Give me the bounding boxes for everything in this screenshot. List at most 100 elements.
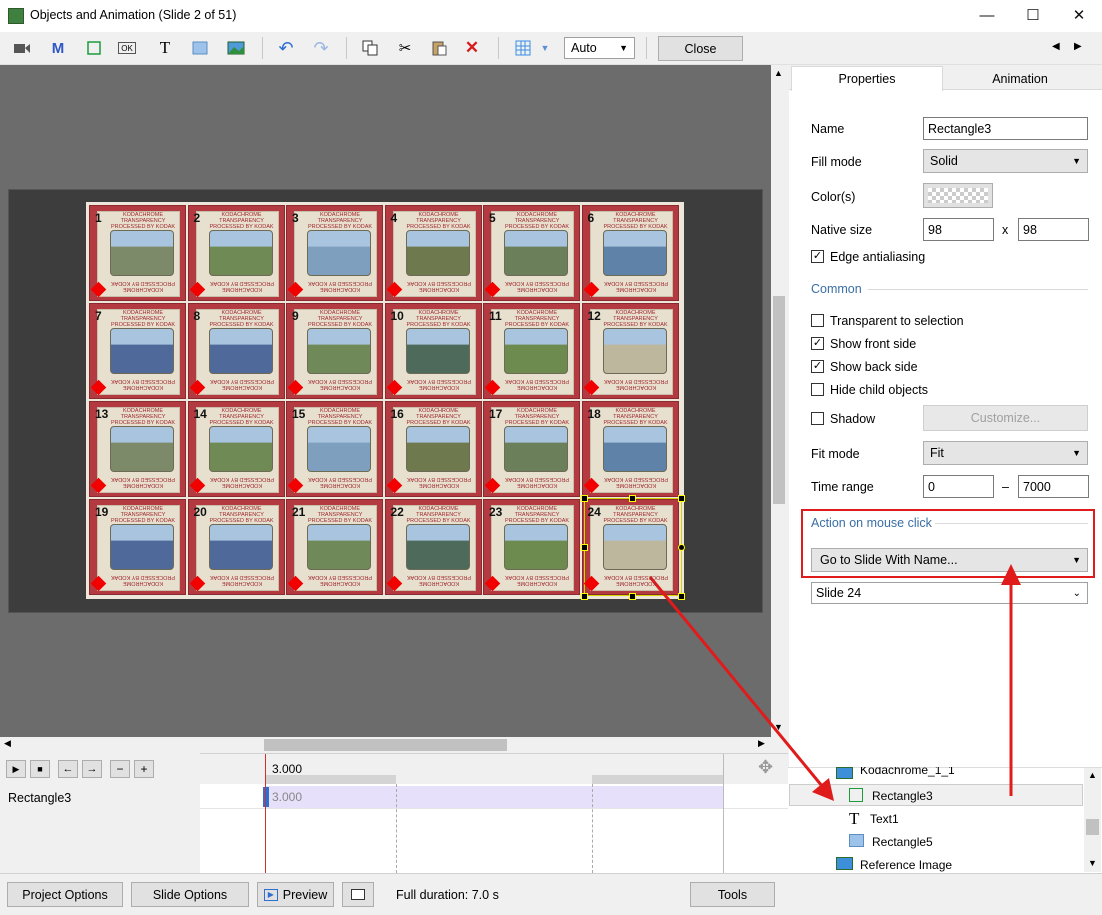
selection-handle[interactable] [678, 495, 685, 502]
transparent-selection-checkbox[interactable] [811, 314, 824, 327]
native-width-input[interactable]: 98 [923, 218, 994, 241]
slide-tile[interactable]: 17 KODACHROME TRANSPARENCY PROCESSED BY K… [483, 401, 580, 497]
tree-item-label[interactable]: Reference Image [860, 858, 952, 872]
undo-button[interactable]: ↶ [274, 38, 298, 58]
play-button[interactable]: ▶ [6, 760, 26, 778]
cut-icon[interactable]: ✂ [393, 38, 417, 58]
redo-button[interactable]: ↷ [309, 38, 333, 58]
tree-item-label[interactable]: Text1 [870, 812, 899, 826]
zoom-in-button[interactable]: + [134, 760, 154, 778]
scroll-up-icon[interactable]: ▲ [774, 68, 783, 78]
slide-tile[interactable]: 4 KODACHROME TRANSPARENCY PROCESSED BY KO… [384, 205, 482, 301]
slide-tile[interactable]: 7 KODACHROME TRANSPARENCY PROCESSED BY KO… [89, 303, 186, 399]
name-input[interactable]: Rectangle3 [923, 117, 1088, 140]
slide-tile[interactable]: 21 KODACHROME TRANSPARENCY PROCESSED BY K… [286, 499, 383, 595]
selection-handle[interactable] [678, 593, 685, 600]
customize-button[interactable]: Customize... [923, 405, 1088, 431]
zoom-select[interactable]: Auto ▼ [564, 37, 635, 59]
maximize-button[interactable]: ☐ [1010, 0, 1056, 30]
tree-item-selected[interactable] [789, 784, 1083, 806]
keyframe-marker[interactable] [263, 787, 269, 807]
rectangle-tool-icon[interactable] [82, 38, 106, 58]
slide-tile[interactable]: 12 KODACHROME TRANSPARENCY PROCESSED BY K… [581, 303, 679, 399]
prev-slide-button[interactable]: ◀ [1052, 41, 1060, 52]
slide-name-combo[interactable]: Slide 24 ⌄ [811, 582, 1088, 604]
slide-tile[interactable]: 14 KODACHROME TRANSPARENCY PROCESSED BY K… [187, 401, 285, 497]
slide-tile[interactable]: 16 KODACHROME TRANSPARENCY PROCESSED BY K… [384, 401, 482, 497]
slide-tile[interactable]: 23 KODACHROME TRANSPARENCY PROCESSED BY K… [483, 499, 580, 595]
tab-animation[interactable]: Animation [945, 67, 1095, 91]
slide-tile[interactable]: 22 KODACHROME TRANSPARENCY PROCESSED BY K… [384, 499, 482, 595]
selection-handle[interactable] [581, 593, 588, 600]
step-back-button[interactable]: ← [58, 760, 78, 778]
slide-tile[interactable]: 19 KODACHROME TRANSPARENCY PROCESSED BY K… [89, 499, 186, 595]
slide-tile[interactable]: 3 KODACHROME TRANSPARENCY PROCESSED BY KO… [286, 205, 383, 301]
tree-scroll-thumb[interactable] [1086, 819, 1099, 835]
text-tool-icon[interactable]: T [153, 38, 177, 58]
minimize-button[interactable]: — [964, 0, 1010, 30]
fill-mode-select[interactable]: Solid ▼ [923, 149, 1088, 173]
time-to-input[interactable]: 7000 [1018, 475, 1089, 498]
scroll-down-icon[interactable]: ▼ [1088, 858, 1097, 868]
tools-button[interactable]: Tools [690, 882, 775, 907]
slide-tile[interactable]: 15 KODACHROME TRANSPARENCY PROCESSED BY K… [286, 401, 383, 497]
grid-icon[interactable] [511, 38, 535, 58]
button-tool-icon[interactable]: OK [118, 42, 136, 54]
playhead[interactable] [265, 754, 266, 873]
scroll-up-icon[interactable]: ▲ [1088, 770, 1097, 780]
slide-tile[interactable]: 8 KODACHROME TRANSPARENCY PROCESSED BY KO… [187, 303, 285, 399]
hscroll-thumb[interactable] [264, 739, 507, 751]
timeline-bar[interactable] [266, 786, 724, 808]
selection-handle[interactable] [678, 544, 685, 551]
slide-tile[interactable]: 6 KODACHROME TRANSPARENCY PROCESSED BY KO… [581, 205, 679, 301]
next-slide-button[interactable]: ▶ [1074, 41, 1082, 52]
slide-tile[interactable]: 1 KODACHROME TRANSPARENCY PROCESSED BY KO… [89, 205, 186, 301]
slide-tile[interactable]: 13 KODACHROME TRANSPARENCY PROCESSED BY K… [89, 401, 186, 497]
slide-options-button[interactable]: Slide Options [131, 882, 249, 907]
preview-button[interactable]: ▶ Preview [257, 882, 334, 907]
move-icon[interactable]: ✥ [758, 757, 773, 778]
tree-item-label[interactable]: Rectangle5 [872, 835, 933, 849]
selection-handle[interactable] [629, 593, 636, 600]
close-button[interactable]: Close [658, 36, 743, 61]
paste-icon[interactable] [427, 38, 451, 58]
tree-item[interactable]: Kodachrome_1_1 [836, 767, 1016, 779]
scroll-right-icon[interactable]: ▶ [758, 738, 765, 749]
zoom-out-button[interactable]: − [110, 760, 130, 778]
selection-handle[interactable] [581, 544, 588, 551]
fit-mode-select[interactable]: Fit ▼ [923, 441, 1088, 465]
screen-mode-button[interactable] [342, 882, 374, 907]
mask-tool-button[interactable]: M [46, 38, 70, 58]
show-front-side-checkbox[interactable]: ✓ [811, 337, 824, 350]
scroll-left-icon[interactable]: ◀ [4, 738, 11, 749]
time-from-input[interactable]: 0 [923, 475, 994, 498]
scroll-thumb[interactable] [773, 296, 785, 504]
scroll-down-icon[interactable]: ▼ [774, 722, 783, 732]
selection-handle[interactable] [629, 495, 636, 502]
tab-properties[interactable]: Properties [791, 66, 943, 91]
slide-tile[interactable]: 18 KODACHROME TRANSPARENCY PROCESSED BY K… [581, 401, 679, 497]
shadow-checkbox[interactable] [811, 412, 824, 425]
slide-tile[interactable]: 2 KODACHROME TRANSPARENCY PROCESSED BY KO… [187, 205, 285, 301]
project-options-button[interactable]: Project Options [7, 882, 123, 907]
slide-tile[interactable]: 11 KODACHROME TRANSPARENCY PROCESSED BY K… [483, 303, 580, 399]
copy-icon[interactable] [358, 38, 382, 58]
slide-tile[interactable]: 9 KODACHROME TRANSPARENCY PROCESSED BY KO… [286, 303, 383, 399]
delete-button[interactable]: ✕ [460, 38, 484, 58]
color-swatch[interactable] [923, 183, 993, 208]
stop-button[interactable]: ■ [30, 760, 50, 778]
edge-antialiasing-checkbox[interactable]: ✓ [811, 250, 824, 263]
slide-tile[interactable]: 10 KODACHROME TRANSPARENCY PROCESSED BY K… [384, 303, 482, 399]
camera-icon[interactable] [10, 38, 34, 58]
slide-tile[interactable]: 5 KODACHROME TRANSPARENCY PROCESSED BY KO… [483, 205, 580, 301]
native-height-input[interactable]: 98 [1018, 218, 1089, 241]
close-window-button[interactable]: ✕ [1056, 0, 1102, 30]
show-back-side-checkbox[interactable]: ✓ [811, 360, 824, 373]
image-tool-icon[interactable] [224, 38, 248, 58]
grid-dropdown-icon[interactable]: ▼ [537, 38, 553, 58]
selection-handle[interactable] [581, 495, 588, 502]
hide-child-objects-checkbox[interactable] [811, 383, 824, 396]
step-forward-button[interactable]: → [82, 760, 102, 778]
frame-tool-icon[interactable] [188, 38, 212, 58]
slide-tile[interactable]: 20 KODACHROME TRANSPARENCY PROCESSED BY K… [187, 499, 285, 595]
